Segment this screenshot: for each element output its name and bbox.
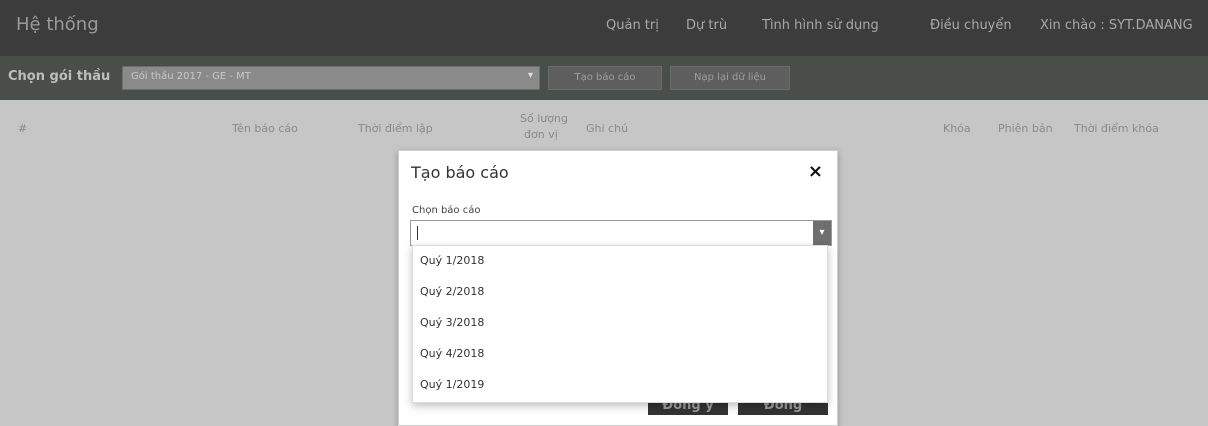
report-options-dropdown: Quý 1/2018 Quý 2/2018 Quý 3/2018 Quý 4/2… xyxy=(412,245,828,403)
col-header-created-time: Thời điểm lập xyxy=(358,122,433,135)
package-select-value: Gói thầu 2017 - GE - MT xyxy=(131,71,251,82)
dropdown-option[interactable]: Quý 2/2018 xyxy=(413,277,827,307)
dropdown-option[interactable]: Quý 4/2018 xyxy=(413,339,827,369)
col-header-notes: Ghi chú xyxy=(586,122,629,135)
chevron-down-icon: ▾ xyxy=(527,70,533,81)
report-select-label: Chọn báo cáo xyxy=(412,205,481,216)
text-cursor xyxy=(417,226,418,240)
col-header-unit-count-line1: Số lượng xyxy=(520,112,568,125)
nav-item-quan-tri[interactable]: Quản trị xyxy=(606,18,659,33)
nav-item-dieu-chuyen[interactable]: Điều chuyển xyxy=(930,18,1012,33)
col-header-version: Phiên bản xyxy=(998,122,1053,135)
user-greeting[interactable]: Xin chào : SYT.DANANG xyxy=(1040,18,1193,33)
close-icon[interactable]: × xyxy=(808,161,823,182)
col-header-lock-time: Thời điểm khóa xyxy=(1074,122,1159,135)
nav-item-du-tru[interactable]: Dự trù xyxy=(686,18,727,33)
col-header-report-name: Tên báo cáo xyxy=(232,122,298,135)
nav-item-tinh-hinh-su-dung[interactable]: Tình hình sử dụng xyxy=(762,18,879,33)
col-header-lock: Khóa xyxy=(943,122,971,135)
package-select[interactable]: Gói thầu 2017 - GE - MT ▾ xyxy=(122,66,540,90)
app-brand[interactable]: Hệ thống xyxy=(16,14,99,35)
col-header-index: # xyxy=(18,122,28,135)
col-header-unit-count-line2: đơn vị xyxy=(524,128,558,141)
dropdown-option[interactable]: Quý 3/2018 xyxy=(413,308,827,338)
dropdown-option[interactable]: Quý 1/2019 xyxy=(413,370,827,400)
top-navbar: Hệ thống Quản trị Dự trù Tình hình sử dụ… xyxy=(0,0,1208,56)
chevron-down-icon[interactable]: ▾ xyxy=(813,221,831,245)
create-report-button[interactable]: Tạo báo cáo xyxy=(548,66,662,90)
dropdown-option[interactable]: Quý 1/2018 xyxy=(413,246,827,276)
toolbar: Chọn gói thầu Gói thầu 2017 - GE - MT ▾ … xyxy=(0,56,1208,100)
reload-data-button[interactable]: Nạp lại dữ liệu xyxy=(670,66,790,90)
report-select[interactable]: ▾ xyxy=(410,220,832,246)
dialog-title: Tạo báo cáo xyxy=(411,163,509,182)
package-select-label: Chọn gói thầu xyxy=(8,69,111,84)
